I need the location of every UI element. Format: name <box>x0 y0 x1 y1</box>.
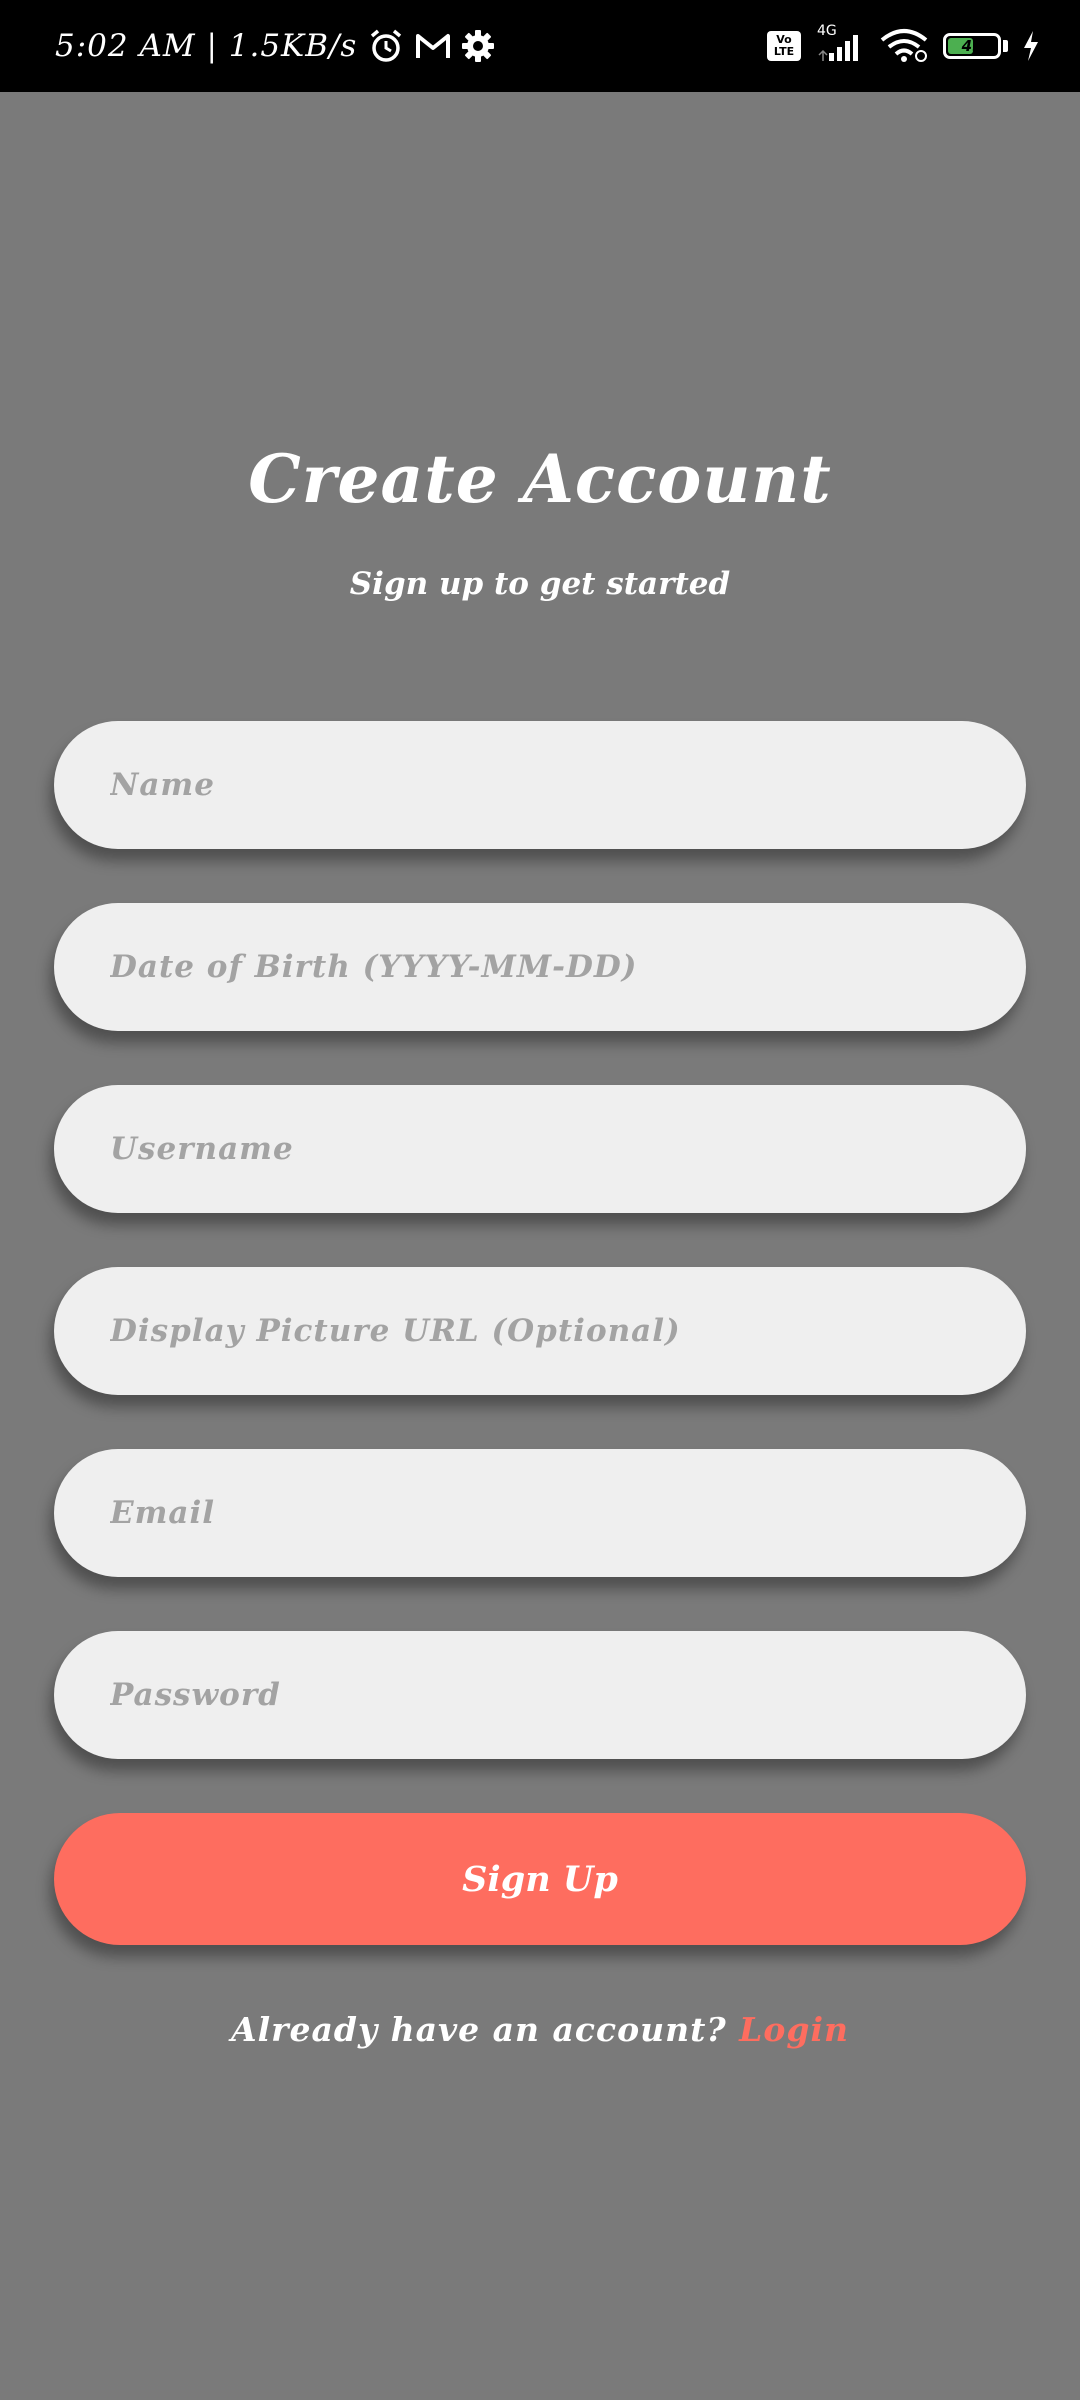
charging-icon <box>1022 30 1040 62</box>
display-picture-url-field[interactable] <box>54 1267 1026 1395</box>
wifi-icon <box>879 28 929 64</box>
login-prompt-row: Already have an account? Login <box>0 2010 1080 2049</box>
display-picture-url-input[interactable] <box>108 1312 972 1350</box>
status-bar: 5:02 AM | 1.5KB/s Vo LTE 4G 49 <box>0 0 1080 92</box>
password-field[interactable] <box>54 1631 1026 1759</box>
name-field[interactable] <box>54 721 1026 849</box>
sign-up-button[interactable]: Sign Up <box>54 1813 1026 1945</box>
login-prompt-text: Already have an account? <box>230 2010 727 2049</box>
volte-icon: Vo LTE <box>767 31 801 61</box>
username-input[interactable] <box>108 1130 972 1168</box>
email-field[interactable] <box>54 1449 1026 1577</box>
battery-icon: 49 <box>943 33 1001 59</box>
network-type-label: 4G <box>817 23 837 39</box>
password-input[interactable] <box>108 1676 972 1714</box>
status-time-speed: 5:02 AM | 1.5KB/s <box>55 28 358 64</box>
gmail-icon <box>415 31 451 61</box>
email-input[interactable] <box>108 1494 972 1532</box>
volte-bottom-label: LTE <box>773 45 795 58</box>
settings-gear-icon <box>461 29 495 63</box>
signal-icon: 4G <box>815 23 865 63</box>
battery-level: 49 <box>961 37 983 55</box>
name-input[interactable] <box>108 766 972 804</box>
battery-cap <box>1003 40 1008 52</box>
login-link[interactable]: Login <box>739 2010 849 2049</box>
dob-input[interactable] <box>108 948 972 986</box>
page-subtitle: Sign up to get started <box>349 566 731 602</box>
dob-field[interactable] <box>54 903 1026 1031</box>
username-field[interactable] <box>54 1085 1026 1213</box>
status-right: Vo LTE 4G 49 <box>767 0 1040 92</box>
page-title: Create Account <box>248 440 832 518</box>
status-left: 5:02 AM | 1.5KB/s <box>55 0 495 92</box>
alarm-icon <box>367 27 405 65</box>
